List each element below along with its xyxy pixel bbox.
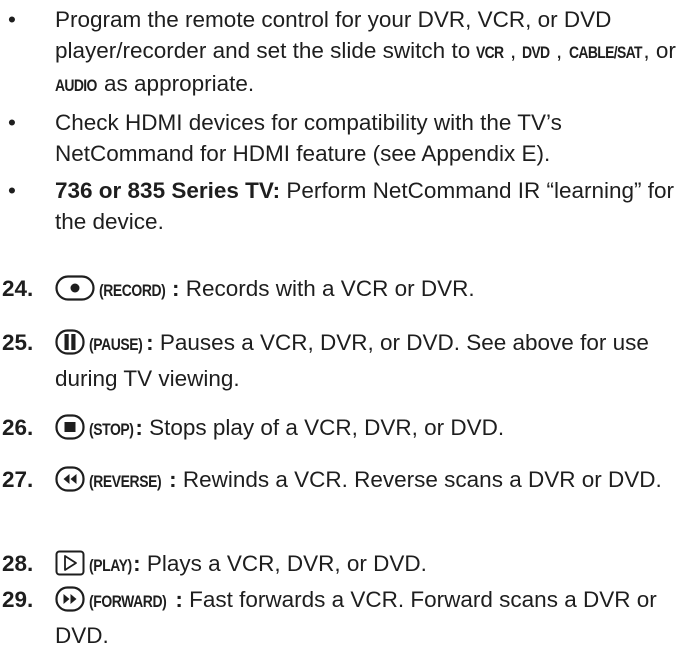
bullet-text: 736 or 835 Series TV: Perform NetCommand… (55, 178, 674, 234)
colon: : (172, 276, 180, 301)
switch-label-audio: AUDIO (55, 76, 97, 95)
numbered-item-29: 29. (FORWARD): Fast forwards a VCR. Forw… (0, 584, 682, 651)
colon: : (133, 551, 141, 576)
item-number: 24. (2, 276, 34, 301)
colon: : (146, 330, 154, 355)
bullet-item: • Check HDMI devices for compatibility w… (0, 107, 682, 169)
reverse-button-icon (55, 466, 85, 500)
pause-button-icon (55, 329, 85, 363)
bullet-dot: • (8, 178, 16, 203)
numbered-item-28: 28. (PLAY): Plays a VCR, DVR, or DVD. (0, 548, 682, 584)
item-description: Rewinds a VCR. Reverse scans a DVR or DV… (176, 467, 662, 492)
bullet-text-part: , (509, 38, 523, 63)
switch-label-vcr: VCR (476, 43, 504, 62)
bullet-text: Program the remote control for your DVR,… (55, 7, 676, 96)
bullet-text-part: , or (643, 38, 676, 63)
button-name: (PLAY) (89, 556, 132, 575)
stop-button-icon (55, 414, 85, 448)
colon: : (135, 415, 143, 440)
button-name: (RECORD) (99, 281, 166, 300)
play-button-icon (55, 550, 85, 584)
item-description: Records with a VCR or DVR. (179, 276, 475, 301)
item-number: 29. (2, 587, 34, 612)
numbered-item-26: 26. (STOP): Stops play of a VCR, DVR, or… (0, 412, 682, 448)
colon: : (169, 467, 177, 492)
bullet-dot: • (8, 7, 16, 32)
bullet-list: • Program the remote control for your DV… (0, 4, 682, 243)
button-name: (PAUSE) (89, 335, 143, 354)
button-name: (STOP) (89, 420, 134, 439)
item-number: 28. (2, 551, 34, 576)
bullet-text-part: , (555, 38, 569, 63)
button-name: (REVERSE) (89, 472, 162, 491)
bullet-dot: • (8, 110, 16, 135)
numbered-item-27: 27. (REVERSE): Rewinds a VCR. Reverse sc… (0, 464, 682, 500)
numbered-item-24: 24. (RECORD): Records with a VCR or DVR. (0, 273, 682, 309)
forward-button-icon (55, 586, 85, 620)
item-number: 27. (2, 467, 34, 492)
item-description: Plays a VCR, DVR, or DVD. (140, 551, 427, 576)
button-name: (FORWARD) (89, 592, 167, 611)
bullet-text: Check HDMI devices for compatibility wit… (55, 110, 562, 166)
item-description: Stops play of a VCR, DVR, or DVD. (142, 415, 505, 440)
series-label: 736 or 835 Series TV: (55, 178, 281, 203)
colon: : (175, 587, 183, 612)
switch-label-dvd: DVD (522, 43, 550, 62)
manual-page: • Program the remote control for your DV… (0, 0, 682, 648)
item-number: 26. (2, 415, 34, 440)
item-description: Pauses a VCR, DVR, or DVD. See above for… (55, 330, 649, 391)
bullet-item: • 736 or 835 Series TV: Perform NetComma… (0, 175, 682, 237)
bullet-text-part: as appropriate. (97, 71, 255, 96)
record-button-icon (55, 275, 95, 309)
item-number: 25. (2, 330, 34, 355)
numbered-item-25: 25. (PAUSE): Pauses a VCR, DVR, or DVD. … (0, 327, 682, 394)
bullet-item: • Program the remote control for your DV… (0, 4, 682, 101)
switch-label-cable-sat: CABLE/SAT (568, 43, 642, 62)
